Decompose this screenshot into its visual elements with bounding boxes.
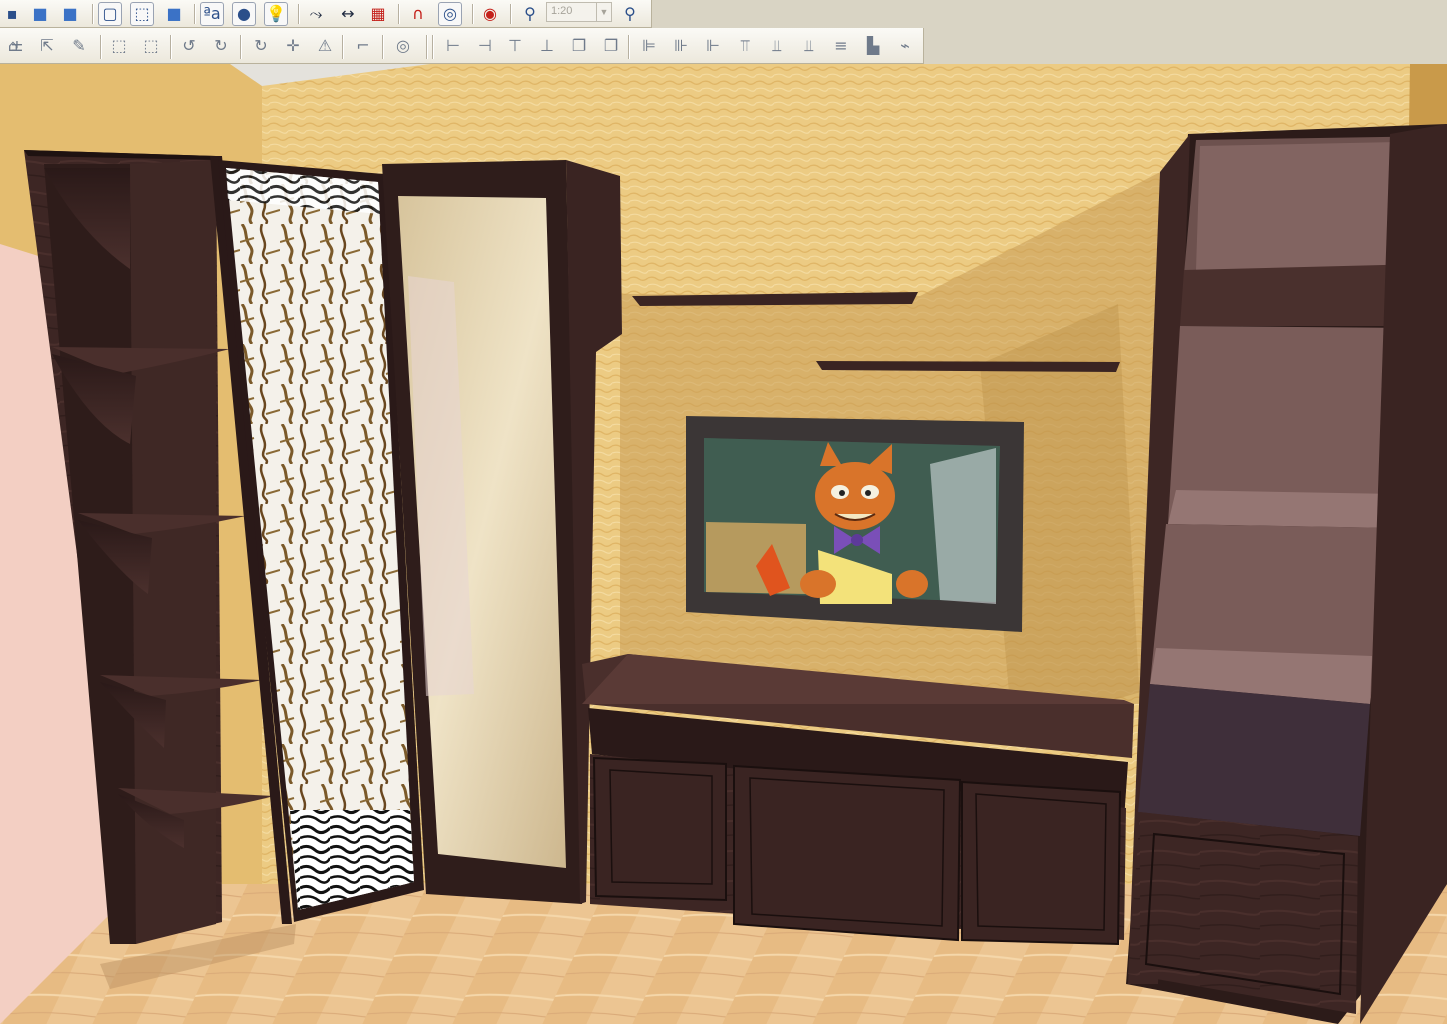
zoom-out-button[interactable]: ⚲ [618, 2, 642, 26]
align-left-button[interactable]: ⊢ [440, 33, 466, 59]
zoom-in-button[interactable]: ⚲ [518, 2, 542, 26]
view-box-solid-button[interactable]: ■ [162, 2, 186, 26]
lifebuoy-button[interactable]: ◎ [438, 2, 462, 26]
view-cube-shaded-button[interactable]: ■ [58, 2, 82, 26]
zoom-scale-select[interactable]: 1:20 ▼ [546, 2, 612, 22]
toolbar-separator [240, 35, 242, 59]
distribute-bottom-button[interactable]: ⫫ [796, 33, 822, 59]
tool-select-button[interactable]: ⤳ [304, 2, 328, 26]
tv-stand-cabinet[interactable] [582, 654, 1134, 946]
toolbar-separator [382, 35, 384, 59]
align-top-button[interactable]: ⊤ [502, 33, 528, 59]
rotate-left-button[interactable]: ↺ [176, 33, 202, 59]
move-cross-button[interactable]: ✛ [280, 33, 306, 59]
toolbar-separator [432, 35, 434, 59]
distribute-vertical-button[interactable]: ⫫ [764, 33, 790, 59]
view-box-outline-button[interactable]: ⬚ [130, 2, 154, 26]
mirror-button[interactable]: ❐ [598, 33, 624, 59]
copy-button[interactable]: ❐ [566, 33, 592, 59]
distribute-right-button[interactable]: ⊩ [700, 33, 726, 59]
distribute-left-button[interactable]: ⊫ [636, 33, 662, 59]
toolbar-separator [100, 35, 102, 59]
rotate-button[interactable]: ↻ [248, 33, 274, 59]
3d-viewport[interactable] [0, 64, 1447, 1024]
move-pointer-button[interactable]: ⇱ [34, 33, 60, 59]
align-right-button[interactable]: ⊣ [472, 33, 498, 59]
align-bottom-button[interactable]: ⊥ [534, 33, 560, 59]
toolbar-separator [510, 4, 512, 24]
dimension-button[interactable]: ↔ [336, 2, 360, 26]
toolbar-separator [170, 35, 172, 59]
magnet-button[interactable]: ∩ [406, 2, 430, 26]
toolbar-separator [92, 4, 94, 24]
distribute-top-button[interactable]: ⫪ [732, 33, 758, 59]
spacing-button[interactable]: ≡ [828, 33, 854, 59]
toolbar-separator [342, 35, 344, 59]
text-labels-button[interactable]: ªa [200, 2, 224, 26]
rotate-right-button[interactable]: ↻ [208, 33, 234, 59]
chart-button[interactable]: ▙ [860, 33, 886, 59]
chevron-down-icon: ▼ [596, 3, 611, 21]
profile-button[interactable]: ⌐ [350, 33, 376, 59]
toolbar-separator [298, 4, 300, 24]
view-cube-blue-button[interactable]: ■ [28, 2, 52, 26]
toolbar-separator [194, 4, 196, 24]
zoom-scale-value: 1:20 [551, 5, 573, 17]
toolbar-separator [472, 4, 474, 24]
materials-button[interactable]: ● [232, 2, 256, 26]
warning-button[interactable]: ⚠ [312, 33, 338, 59]
view-3d-back-button[interactable]: ▪ [0, 2, 24, 26]
grid-button[interactable]: ▦ [366, 2, 390, 26]
select-frame-button[interactable]: ⬚ [106, 33, 132, 59]
edit-pencil-button[interactable]: ✎ [66, 33, 92, 59]
help-button[interactable]: ◉ [478, 2, 502, 26]
distribute-center-button[interactable]: ⊪ [668, 33, 694, 59]
toolbar-separator [398, 4, 400, 24]
view-wireframe-button[interactable]: ▢ [98, 2, 122, 26]
select-group-button[interactable]: ⬚ [138, 33, 164, 59]
toolbar-separator [426, 35, 428, 59]
tall-bookcase[interactable] [1126, 124, 1447, 1024]
target-button[interactable]: ◎ [390, 33, 416, 59]
room-scene [0, 64, 1447, 1024]
toolbar-separator [628, 35, 630, 59]
toolbar-top: ▪ ■ ■ ▢ ⬚ ■ ªa ● 💡 ⤳ ↔ ▦ ∩ ◎ ◉ ⚲ ⚲ 1:20 ▼ [0, 0, 652, 28]
handle-button[interactable]: ⌂ [0, 33, 26, 59]
toolbar-bottom: ± ⇱ ✎ ⬚ ⬚ ↺ ↻ ↻ ✛ ⚠ ⌐ ◎ ⊢ ⊣ ⊤ ⊥ ❐ ❐ ⊫ ⊪ ⊩ ⫪ ⫫ ⫫ ≡ ▙ ⌁ ⌂ [0, 28, 924, 64]
hinge-button[interactable]: ⌁ [892, 33, 918, 59]
tv-panel[interactable] [686, 416, 1024, 632]
lighting-button[interactable]: 💡 [264, 2, 288, 26]
